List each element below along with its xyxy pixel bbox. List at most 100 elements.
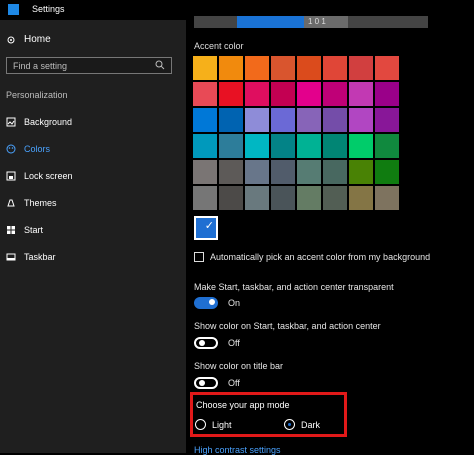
sidebar-item-colors[interactable]: Colors — [0, 135, 186, 162]
accent-swatch[interactable] — [219, 56, 243, 80]
start-icon — [6, 225, 16, 235]
toggle-knob — [199, 380, 205, 386]
auto-accent-label: Automatically pick an accent color from … — [210, 252, 431, 262]
accent-swatch[interactable] — [349, 160, 373, 184]
selected-swatch[interactable]: ✓ — [194, 216, 218, 240]
transparency-row[interactable]: On — [194, 297, 240, 309]
sidebar-item-label: Background — [24, 116, 73, 127]
accent-swatch[interactable] — [245, 56, 269, 80]
show-color-title-row[interactable]: Off — [194, 377, 240, 389]
settings-app-icon — [8, 4, 19, 15]
show-color-start-toggle[interactable] — [194, 337, 218, 349]
accent-swatch[interactable] — [271, 160, 295, 184]
sidebar-item-label: Themes — [24, 197, 57, 208]
home-label: Home — [24, 34, 51, 45]
accent-swatch[interactable] — [245, 82, 269, 106]
sidebar-item-start[interactable]: Start — [0, 216, 186, 243]
auto-accent-row[interactable]: Automatically pick an accent color from … — [194, 252, 430, 262]
gear-icon — [6, 35, 16, 45]
accent-swatch[interactable] — [375, 82, 399, 106]
search-input[interactable]: Find a setting — [6, 57, 172, 74]
accent-swatch[interactable] — [271, 82, 295, 106]
accent-swatch[interactable] — [349, 108, 373, 132]
window-title: Settings — [32, 4, 65, 14]
accent-swatch[interactable] — [375, 56, 399, 80]
accent-swatch[interactable] — [219, 186, 243, 210]
search-icon — [155, 60, 165, 72]
toggle-knob — [209, 299, 215, 305]
accent-swatch[interactable] — [297, 82, 321, 106]
show-color-start-label: Show color on Start, taskbar, and action… — [194, 321, 381, 331]
sidebar-item-themes[interactable]: Themes — [0, 189, 186, 216]
accent-swatch[interactable] — [375, 134, 399, 158]
accent-swatch[interactable] — [375, 160, 399, 184]
accent-swatch[interactable] — [297, 160, 321, 184]
accent-swatch[interactable] — [323, 160, 347, 184]
accent-swatch[interactable] — [349, 186, 373, 210]
image-icon — [6, 117, 16, 127]
sidebar-nav: Background Colors Lock screen Themes Sta… — [0, 108, 186, 270]
transparency-toggle[interactable] — [194, 297, 218, 309]
app-mode-title: Choose your app mode — [196, 400, 290, 410]
accent-swatch[interactable] — [193, 82, 217, 106]
app-mode-dark[interactable]: Dark — [284, 419, 320, 430]
home-nav-item[interactable]: Home — [6, 34, 51, 45]
accent-swatch[interactable] — [245, 186, 269, 210]
sidebar-item-label: Colors — [24, 143, 51, 154]
radio-light-label: Light — [212, 419, 232, 430]
sidebar-item-background[interactable]: Background — [0, 108, 186, 135]
accent-swatch[interactable] — [297, 56, 321, 80]
accent-swatch[interactable] — [323, 134, 347, 158]
accent-swatch[interactable] — [219, 160, 243, 184]
accent-swatch[interactable] — [271, 108, 295, 132]
radio-dark-label: Dark — [301, 419, 321, 430]
accent-swatch[interactable] — [323, 108, 347, 132]
accent-swatch[interactable] — [193, 56, 217, 80]
auto-accent-checkbox[interactable] — [194, 252, 204, 262]
radio-dark[interactable] — [284, 419, 295, 430]
high-contrast-link[interactable]: High contrast settings — [194, 445, 281, 455]
accent-swatch[interactable] — [323, 186, 347, 210]
accent-color-title: Accent color — [194, 41, 244, 51]
accent-swatch[interactable] — [323, 82, 347, 106]
accent-swatch[interactable] — [297, 108, 321, 132]
lock-screen-icon — [6, 171, 16, 181]
accent-swatch[interactable] — [245, 160, 269, 184]
accent-swatch[interactable] — [349, 82, 373, 106]
accent-swatch[interactable] — [375, 186, 399, 210]
show-color-title-toggle[interactable] — [194, 377, 218, 389]
title-bar: Settings — [0, 0, 186, 20]
app-mode-light[interactable]: Light — [195, 419, 232, 430]
accent-swatch[interactable] — [219, 134, 243, 158]
top-color-preview: 1 0 1 — [194, 16, 428, 28]
accent-swatch[interactable] — [297, 186, 321, 210]
radio-light[interactable] — [195, 419, 206, 430]
accent-swatch[interactable] — [193, 108, 217, 132]
main-content: 1 0 1 Accent color ✓ Automatically pick … — [186, 0, 474, 455]
sidebar-item-taskbar[interactable]: Taskbar — [0, 243, 186, 270]
accent-swatch[interactable] — [271, 134, 295, 158]
accent-swatch[interactable] — [193, 160, 217, 184]
accent-swatch[interactable] — [349, 134, 373, 158]
accent-swatch[interactable] — [271, 56, 295, 80]
sidebar-item-label: Lock screen — [24, 170, 73, 181]
accent-swatch[interactable] — [245, 134, 269, 158]
accent-swatch[interactable] — [297, 134, 321, 158]
accent-swatch[interactable] — [375, 108, 399, 132]
show-color-start-state: Off — [228, 338, 240, 348]
show-color-title-state: Off — [228, 378, 240, 388]
accent-swatch[interactable] — [193, 134, 217, 158]
accent-swatch[interactable] — [245, 108, 269, 132]
accent-swatch[interactable] — [271, 186, 295, 210]
show-color-start-row[interactable]: Off — [194, 337, 240, 349]
accent-swatch[interactable] — [219, 82, 243, 106]
accent-swatch[interactable] — [193, 186, 217, 210]
transparency-label: Make Start, taskbar, and action center t… — [194, 282, 394, 292]
preview-segment-blue — [237, 16, 304, 28]
sidebar-item-lock-screen[interactable]: Lock screen — [0, 162, 186, 189]
section-label: Personalization — [6, 90, 68, 100]
accent-swatch[interactable] — [349, 56, 373, 80]
sidebar-item-label: Start — [24, 224, 44, 235]
accent-swatch[interactable] — [323, 56, 347, 80]
accent-swatch[interactable] — [219, 108, 243, 132]
